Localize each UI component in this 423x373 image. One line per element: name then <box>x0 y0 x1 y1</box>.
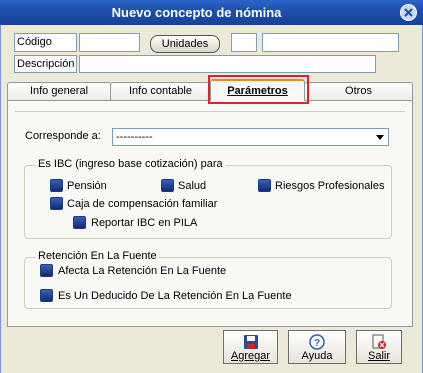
deducido-retencion-checkbox[interactable] <box>40 289 53 302</box>
reportar-pila-label: Reportar IBC en PILA <box>91 217 198 229</box>
codigo-field[interactable] <box>79 33 140 52</box>
descripcion-field[interactable] <box>79 55 376 73</box>
ayuda-button[interactable]: ? Ayuda <box>288 330 346 364</box>
agregar-label: Agregar <box>230 350 271 362</box>
corresponde-label: Corresponde a: <box>25 130 101 142</box>
corresponde-select[interactable]: ---------- <box>112 128 389 146</box>
chevron-down-icon <box>376 135 384 140</box>
riesgos-checkbox[interactable] <box>258 179 271 192</box>
riesgos-label: Riesgos Profesionales <box>275 180 385 192</box>
tab-info-contable[interactable]: Info contable <box>110 82 211 100</box>
unidades-code-field[interactable] <box>231 33 257 52</box>
svg-text:?: ? <box>314 338 320 349</box>
close-button[interactable] <box>400 4 417 21</box>
separator <box>15 111 405 112</box>
unidades-description-field[interactable] <box>262 33 399 52</box>
dropdown-arrow[interactable] <box>373 130 387 144</box>
afecta-retencion-label: Afecta La Retención En La Fuente <box>58 265 227 277</box>
salir-label: Salir <box>367 350 390 362</box>
help-icon: ? <box>309 334 325 350</box>
pension-label: Pensión <box>67 180 107 192</box>
salir-button[interactable]: Salir <box>356 330 402 364</box>
title-bar: Nuevo concepto de nómina <box>0 0 423 25</box>
pension-checkbox[interactable] <box>50 179 63 192</box>
reportar-pila-checkbox[interactable] <box>73 216 86 229</box>
unidades-button[interactable]: Unidades <box>150 35 220 53</box>
save-icon <box>243 335 258 349</box>
afecta-retencion-checkbox[interactable] <box>40 264 53 277</box>
caja-compensacion-label: Caja de compensación familiar <box>67 198 218 210</box>
tab-info-general[interactable]: Info general <box>7 82 111 100</box>
window-title: Nuevo concepto de nómina <box>111 5 282 20</box>
salud-checkbox[interactable] <box>161 179 174 192</box>
exit-icon <box>372 334 386 349</box>
corresponde-value: ---------- <box>116 131 153 143</box>
retencion-group-legend: Retención En La Fuente <box>36 250 159 262</box>
agregar-button[interactable]: Agregar <box>223 330 278 364</box>
ayuda-label: Ayuda <box>301 350 333 362</box>
tab-otros[interactable]: Otros <box>304 82 413 100</box>
deducido-retencion-label: Es Un Deducido De La Retención En La Fue… <box>58 290 292 302</box>
descripcion-label: Descripción <box>14 55 77 73</box>
close-icon <box>404 8 413 17</box>
ibc-group-legend: Es IBC (ingreso base cotización) para <box>36 158 225 170</box>
caja-compensacion-checkbox[interactable] <box>50 197 63 210</box>
active-tab-highlight <box>208 75 309 104</box>
codigo-label: Código <box>14 33 77 52</box>
salud-label: Salud <box>178 180 207 192</box>
